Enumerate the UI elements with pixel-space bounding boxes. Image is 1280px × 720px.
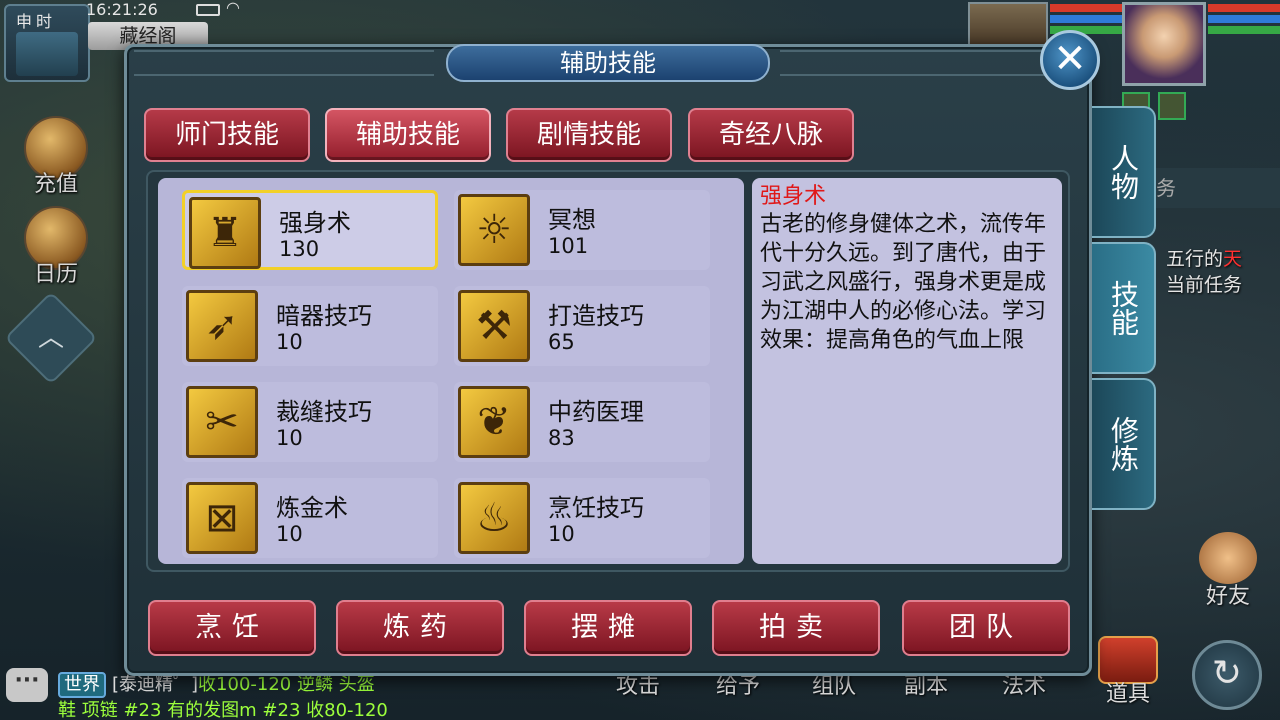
skill-name: 冥想 bbox=[548, 206, 596, 234]
skill-item-forging[interactable]: ⚒ 打造技巧 65 bbox=[454, 286, 710, 366]
skill-level: 101 bbox=[548, 234, 589, 258]
herb-icon: ❦ bbox=[458, 386, 530, 458]
skill-level: 10 bbox=[276, 426, 303, 450]
strength-icon: ♜ bbox=[189, 197, 261, 269]
cooking-button[interactable]: 烹饪 bbox=[148, 600, 316, 656]
refresh-icon[interactable]: ↻ bbox=[1192, 640, 1262, 710]
title-ornament bbox=[134, 50, 434, 76]
skill-description-panel: 强身术 古老的修身健体之术，流传年代十分久远。到了唐代，由于习武之风盛行，强身术… bbox=[752, 178, 1062, 564]
pet-avatar[interactable] bbox=[968, 2, 1048, 46]
skill-level: 10 bbox=[276, 522, 303, 546]
handshake-icon bbox=[1199, 532, 1257, 584]
hammer-icon: ⚒ bbox=[458, 290, 530, 362]
chevron-up-icon: ︿ bbox=[37, 323, 64, 353]
calendar-button[interactable]: 日历 bbox=[18, 206, 94, 288]
tab-sect-skills[interactable]: 师门技能 bbox=[144, 108, 310, 162]
chat-line-continued: 鞋 项链 #23 有的发图m #23 收80-120 bbox=[58, 700, 388, 720]
auction-button[interactable]: 拍卖 bbox=[712, 600, 880, 656]
skill-name: 中药医理 bbox=[548, 398, 644, 426]
calendar-label: 日历 bbox=[33, 262, 78, 287]
battery-icon bbox=[196, 4, 220, 16]
skill-name: 烹饪技巧 bbox=[548, 494, 644, 522]
tab-meridians[interactable]: 奇经八脉 bbox=[688, 108, 854, 162]
refine-medicine-button[interactable]: 炼药 bbox=[336, 600, 504, 656]
friends-label: 好友 bbox=[1205, 584, 1250, 609]
title-ornament bbox=[780, 50, 1080, 76]
system-time: 16:21:26 bbox=[86, 0, 158, 19]
skill-name: 强身术 bbox=[279, 209, 351, 237]
skill-level: 83 bbox=[548, 426, 575, 450]
items-button[interactable]: 道具 bbox=[1092, 636, 1164, 708]
hero-avatar[interactable] bbox=[1122, 2, 1206, 86]
skill-level: 10 bbox=[276, 330, 303, 354]
skill-name: 暗器技巧 bbox=[276, 302, 372, 330]
side-tab-skills[interactable]: 技能 bbox=[1092, 242, 1156, 374]
skill-name: 裁缝技巧 bbox=[276, 398, 372, 426]
side-tab-character[interactable]: 人物 bbox=[1092, 106, 1156, 238]
alchemy-icon: ⊠ bbox=[186, 482, 258, 554]
items-label: 道具 bbox=[1105, 682, 1150, 707]
chat-sender[interactable]: [泰迪精゜] bbox=[112, 674, 198, 695]
task-line2: 当前任务 bbox=[1166, 274, 1243, 296]
task-line1-prefix: 五行的 bbox=[1166, 248, 1224, 270]
skill-item-herbal-medicine[interactable]: ❦ 中药医理 83 bbox=[454, 382, 710, 462]
dialog-title: 辅助技能 bbox=[446, 44, 770, 82]
task-panel-peek[interactable]: 务 bbox=[1154, 168, 1280, 208]
close-icon[interactable]: ✕ bbox=[1040, 30, 1100, 90]
skill-level: 130 bbox=[279, 237, 320, 261]
friends-button[interactable]: 好友 bbox=[1190, 532, 1266, 610]
cooking-icon: ♨ bbox=[458, 482, 530, 554]
dart-icon: ➶ bbox=[186, 290, 258, 362]
dialog-title-bar: 辅助技能 bbox=[124, 44, 1092, 88]
meditation-icon: ☼ bbox=[458, 194, 530, 266]
task-tracker[interactable]: 五行的天 当前任务 bbox=[1166, 246, 1242, 298]
description-title: 强身术 bbox=[760, 184, 827, 209]
tab-auxiliary-skills[interactable]: 辅助技能 bbox=[325, 108, 491, 162]
wifi-icon: ◠ bbox=[226, 0, 240, 17]
skill-item-cooking[interactable]: ♨ 烹饪技巧 10 bbox=[454, 478, 710, 558]
skill-grid: ♜ 强身术 130 ☼ 冥想 101 ➶ 暗器技巧 10 ⚒ 打造技巧 65 ✂… bbox=[158, 178, 744, 564]
skill-item-strength[interactable]: ♜ 强身术 130 bbox=[182, 190, 438, 270]
hero-status-bars bbox=[1208, 4, 1280, 37]
skill-item-meditation[interactable]: ☼ 冥想 101 bbox=[454, 190, 710, 270]
chat-channel-badge: 世界 bbox=[58, 672, 106, 698]
skill-name: 打造技巧 bbox=[548, 302, 644, 330]
time-scene-icon bbox=[16, 32, 78, 76]
skill-level: 10 bbox=[548, 522, 575, 546]
time-of-day-badge[interactable]: 申时 bbox=[4, 4, 90, 82]
skill-name: 炼金术 bbox=[276, 494, 348, 522]
skill-level: 65 bbox=[548, 330, 575, 354]
team-button[interactable]: 团队 bbox=[902, 600, 1070, 656]
scissors-icon: ✂ bbox=[186, 386, 258, 458]
chest-buff-icon[interactable] bbox=[1158, 92, 1186, 120]
side-tab-cultivation[interactable]: 修炼 bbox=[1092, 378, 1156, 510]
shichen-label: 申时 bbox=[16, 12, 57, 31]
recharge-button[interactable]: 充值 bbox=[18, 116, 94, 198]
chat-message: 收100-120 逆鳞 头盔 bbox=[198, 674, 375, 695]
description-body: 古老的修身健体之术，流传年代十分久远。到了唐代，由于习武之风盛行，强身术更是成为… bbox=[760, 212, 1047, 353]
skill-item-hidden-weapons[interactable]: ➶ 暗器技巧 10 bbox=[182, 286, 438, 366]
chat-bubble-icon[interactable]: ··· bbox=[6, 668, 48, 702]
tab-story-skills[interactable]: 剧情技能 bbox=[506, 108, 672, 162]
skill-item-tailoring[interactable]: ✂ 裁缝技巧 10 bbox=[182, 382, 438, 462]
stall-button[interactable]: 摆摊 bbox=[524, 600, 692, 656]
skill-item-alchemy[interactable]: ⊠ 炼金术 10 bbox=[182, 478, 438, 558]
recharge-label: 充值 bbox=[33, 172, 78, 197]
task-line1-highlight: 天 bbox=[1223, 248, 1243, 270]
